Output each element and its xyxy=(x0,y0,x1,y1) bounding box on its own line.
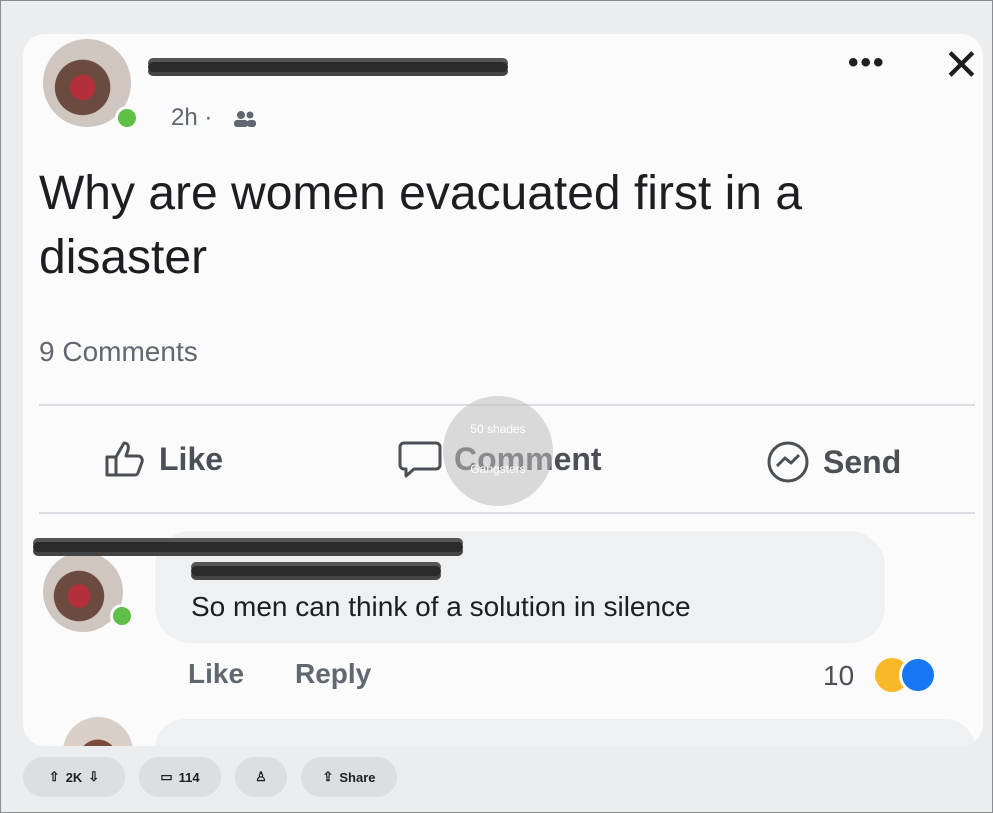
share-label: Share xyxy=(339,769,376,785)
share-icon: ⇪ xyxy=(322,769,334,784)
post-timestamp[interactable]: 2h · xyxy=(171,104,212,132)
upvote-icon[interactable]: ⇧ xyxy=(49,769,60,785)
screenshot-frame: 2h · ••• ✕ Why are women evacuated first… xyxy=(0,0,993,813)
comment-text: So men can think of a solution in silenc… xyxy=(191,591,691,622)
close-icon[interactable]: ✕ xyxy=(943,40,980,91)
comment-reply-button[interactable]: Reply xyxy=(295,658,371,690)
send-button[interactable]: Send xyxy=(765,439,901,485)
like-reaction-icon xyxy=(899,656,937,694)
post-card: 2h · ••• ✕ Why are women evacuated first… xyxy=(23,34,983,746)
comments-button[interactable]: ▭ 114 xyxy=(139,757,221,797)
messenger-icon xyxy=(767,441,809,483)
comment-icon: ▭ xyxy=(160,769,173,784)
send-label: Send xyxy=(823,443,902,480)
watermark-line-2: Gangsters xyxy=(470,462,526,476)
online-status-indicator xyxy=(110,604,134,628)
vote-control[interactable]: ⇧ 2K ⇩ xyxy=(23,757,125,797)
comments-count-bottom: 114 xyxy=(178,769,200,785)
more-icon[interactable]: ••• xyxy=(848,46,886,80)
comments-count[interactable]: 9 Comments xyxy=(39,336,198,368)
post-text: Why are women evacuated first in a disas… xyxy=(39,167,803,284)
thumbs-up-icon xyxy=(105,441,144,477)
comment-bubble-icon xyxy=(398,441,442,478)
redacted-commenter-name xyxy=(191,566,441,576)
like-button[interactable]: Like xyxy=(103,439,223,479)
watermark-line-1: 50 shades xyxy=(470,422,526,436)
award-button[interactable]: ♙ xyxy=(235,757,287,797)
next-commenter-avatar[interactable] xyxy=(63,717,133,746)
upvote-count: 2K xyxy=(65,769,83,785)
redacted-author-name xyxy=(148,62,508,72)
comment-like-button[interactable]: Like xyxy=(188,658,244,690)
watermark: 50 shades Gangsters xyxy=(443,396,553,506)
next-comment-bubble xyxy=(155,719,975,746)
friends-icon xyxy=(234,111,256,127)
like-label: Like xyxy=(159,440,224,477)
share-button[interactable]: ⇪ Share xyxy=(301,757,397,797)
online-status-indicator xyxy=(115,106,139,130)
downvote-icon[interactable]: ⇩ xyxy=(88,769,99,785)
award-icon: ♙ xyxy=(255,769,267,784)
reaction-count[interactable]: 10 xyxy=(823,660,854,692)
bottom-action-bar: ⇧ 2K ⇩ ▭ 114 ♙ ⇪ Share xyxy=(23,757,397,797)
redacted-commenter-name xyxy=(33,542,463,552)
divider xyxy=(39,512,975,514)
